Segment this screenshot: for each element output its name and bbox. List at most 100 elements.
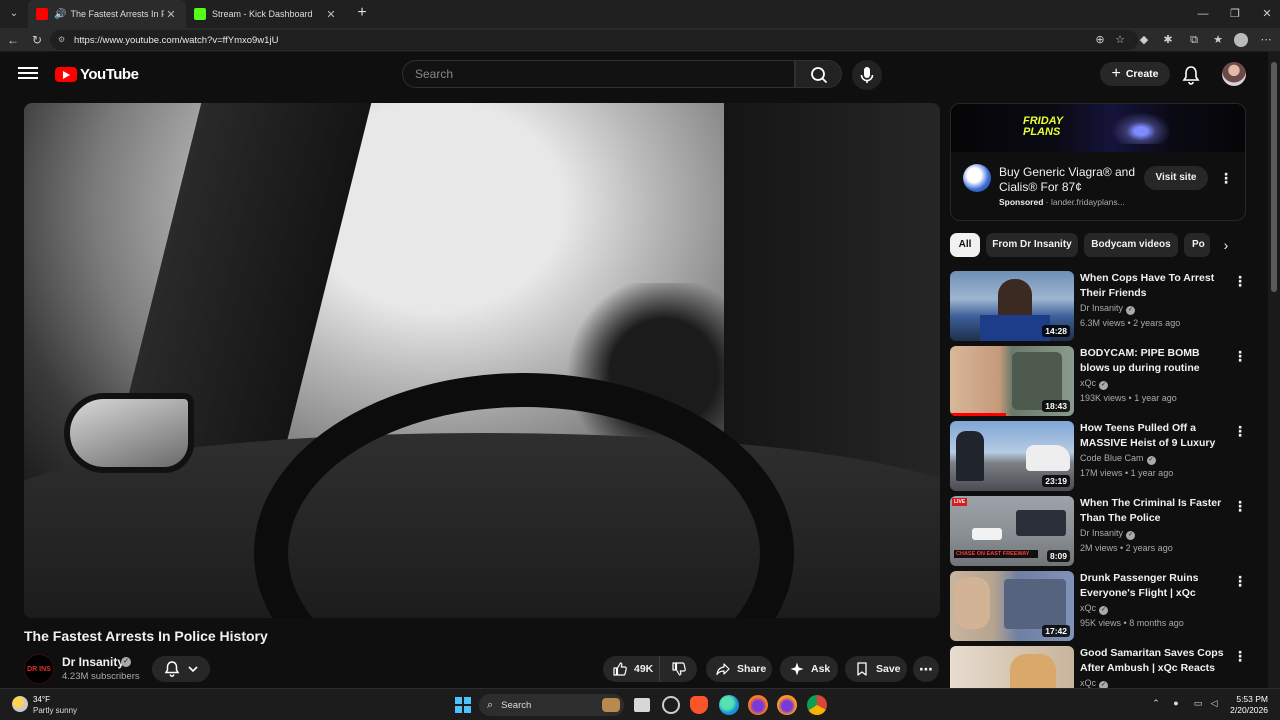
ad-title[interactable]: Buy Generic Viagra® and Cialis® For 87¢ [999, 165, 1149, 195]
search-button[interactable] [795, 60, 842, 88]
subscription-notifications-button[interactable] [152, 656, 210, 682]
recommendation-item[interactable]: 14:28 When Cops Have To Arrest Their Fri… [950, 271, 1250, 341]
scrollbar-thumb[interactable] [1271, 62, 1277, 292]
new-tab-button[interactable]: + [352, 4, 372, 24]
extensions-puzzle-icon[interactable]: ✱ [1160, 32, 1176, 48]
ask-button[interactable]: Ask [780, 656, 838, 682]
profile-icon[interactable] [1234, 33, 1248, 47]
more-menu-icon[interactable]: ⋯ [1258, 32, 1274, 48]
account-avatar[interactable] [1222, 62, 1246, 86]
volume-icon[interactable]: ◁ [1208, 698, 1220, 712]
tab-list-button[interactable]: ⌄ [4, 4, 24, 24]
video-thumbnail[interactable]: 14:28 [950, 271, 1074, 341]
back-button[interactable]: ← [4, 31, 22, 49]
refresh-button[interactable]: ↻ [28, 31, 46, 49]
like-button[interactable]: 49K [603, 656, 659, 682]
firefox-icon[interactable] [748, 695, 768, 715]
taskbar-search[interactable]: ⌕ Search [479, 694, 624, 716]
chip-from-channel[interactable]: From Dr Insanity [986, 233, 1078, 257]
video-thumbnail[interactable]: 23:19 [950, 421, 1074, 491]
favorite-star-icon[interactable]: ☆ [1112, 32, 1128, 48]
extension-icon[interactable]: ◆ [1136, 32, 1152, 48]
voice-search-button[interactable] [852, 60, 882, 90]
collections-icon[interactable]: ★ [1210, 32, 1226, 48]
recommendation-item[interactable]: Good Samaritan Saves Cops After Ambush |… [950, 646, 1250, 688]
recommendation-title[interactable]: When The Criminal Is Faster Than The Pol… [1080, 496, 1230, 526]
show-hidden-icons[interactable]: ⌃ [1150, 698, 1162, 712]
visit-site-button[interactable]: Visit site [1144, 166, 1208, 190]
edge-browser-icon[interactable] [719, 695, 739, 715]
site-info-icon[interactable]: ⚙ [58, 35, 68, 45]
notifications-button[interactable] [1180, 64, 1202, 86]
recommendation-item[interactable]: 18:43 BODYCAM: PIPE BOMB blows up during… [950, 346, 1250, 416]
windows-start-icon[interactable] [455, 697, 471, 713]
more-options-icon[interactable]: ⋮ [1233, 573, 1247, 591]
recommendation-item[interactable]: 17:42 Drunk Passenger Ruins Everyone's F… [950, 571, 1250, 641]
recommendation-title[interactable]: Drunk Passenger Ruins Everyone's Flight … [1080, 571, 1230, 601]
recommendation-channel[interactable]: xQc ✓ [1080, 678, 1109, 688]
save-button[interactable]: Save [845, 656, 907, 682]
chevron-right-icon[interactable]: › [1216, 235, 1236, 255]
youtube-logo[interactable]: YouTube [55, 65, 139, 83]
brave-browser-icon[interactable] [690, 696, 708, 714]
create-button[interactable]: + Create [1100, 62, 1170, 86]
close-window-button[interactable]: ✕ [1250, 0, 1280, 28]
weather-description[interactable]: Partly sunny [33, 706, 77, 715]
recommendation-title[interactable]: Good Samaritan Saves Cops After Ambush |… [1080, 646, 1230, 676]
more-options-icon[interactable]: ⋮ [1233, 648, 1247, 666]
dislike-button[interactable] [659, 656, 697, 682]
video-thumbnail[interactable] [950, 646, 1074, 688]
recommendation-title[interactable]: BODYCAM: PIPE BOMB blows up during routi… [1080, 346, 1230, 376]
more-options-icon[interactable]: ⋮ [1233, 498, 1247, 516]
close-tab-icon[interactable]: ✕ [164, 8, 178, 21]
firefox-dev-icon[interactable] [777, 695, 797, 715]
close-tab-icon[interactable]: ✕ [324, 8, 338, 21]
recommendation-item[interactable]: LIVE CHASE ON EAST FREEWAY 8:09 When The… [950, 496, 1250, 566]
recommendation-title[interactable]: How Teens Pulled Off a MASSIVE Heist of … [1080, 421, 1230, 451]
chrome-icon[interactable] [807, 695, 827, 715]
channel-avatar[interactable]: DR INS [24, 654, 54, 684]
ad-banner[interactable]: FRIDAY PLANS [951, 104, 1245, 152]
network-icon[interactable]: ▭ [1192, 698, 1204, 712]
weather-icon[interactable] [12, 696, 28, 712]
task-view-icon[interactable] [634, 698, 650, 712]
ad-more-options-icon[interactable]: ⋮ [1219, 170, 1233, 188]
recommendation-channel[interactable]: xQc ✓ [1080, 378, 1109, 390]
video-thumbnail[interactable]: LIVE CHASE ON EAST FREEWAY 8:09 [950, 496, 1074, 566]
recommendation-item[interactable]: 23:19 How Teens Pulled Off a MASSIVE Hei… [950, 421, 1250, 491]
recommendation-channel[interactable]: Dr Insanity ✓ [1080, 303, 1136, 315]
video-thumbnail[interactable]: 18:43 [950, 346, 1074, 416]
more-options-icon[interactable]: ⋮ [1233, 348, 1247, 366]
more-options-icon[interactable]: ⋮ [1233, 423, 1247, 441]
recommendation-channel[interactable]: Dr Insanity ✓ [1080, 528, 1136, 540]
share-button[interactable]: Share [706, 656, 772, 682]
chip-partial[interactable]: Po [1184, 233, 1210, 257]
more-options-icon[interactable]: ⋮ [1233, 273, 1247, 291]
channel-name[interactable]: Dr Insanity [62, 655, 124, 669]
more-actions-button[interactable]: ⋯ [913, 656, 939, 682]
tab-youtube[interactable]: 🔊 The Fastest Arrests In Police History … [28, 0, 186, 28]
video-player[interactable] [24, 103, 940, 618]
tab-kick-dashboard[interactable]: Stream - Kick Dashboard ✕ [186, 0, 346, 28]
app-circle-icon[interactable] [662, 696, 680, 714]
menu-icon[interactable] [18, 64, 38, 84]
recommendation-channel[interactable]: xQc ✓ [1080, 603, 1109, 615]
sponsored-ad-card[interactable]: FRIDAY PLANS Buy Generic Viagra® and Cia… [950, 103, 1246, 221]
zoom-icon[interactable]: ⊕ [1092, 32, 1108, 48]
restore-button[interactable]: ❐ [1218, 0, 1252, 28]
url-bar[interactable]: ⚙ https://www.youtube.com/watch?v=ffYmxo… [50, 30, 1138, 50]
page-scrollbar[interactable] [1268, 52, 1280, 688]
search-input[interactable] [415, 67, 794, 81]
split-screen-icon[interactable]: ⧉ [1186, 32, 1202, 48]
microphone-icon[interactable]: ● [1170, 698, 1182, 712]
recommendation-channel[interactable]: Code Blue Cam ✓ [1080, 453, 1156, 465]
minimize-button[interactable]: — [1186, 0, 1220, 28]
video-thumbnail[interactable]: 17:42 [950, 571, 1074, 641]
chip-all[interactable]: All [950, 233, 980, 257]
chip-bodycam-videos[interactable]: Bodycam videos [1084, 233, 1178, 257]
recommendation-title[interactable]: When Cops Have To Arrest Their Friends [1080, 271, 1230, 301]
create-label: Create [1125, 68, 1159, 80]
weather-temp[interactable]: 34°F [33, 695, 50, 704]
system-clock[interactable]: 5:53 PM 2/20/2026 [1222, 694, 1268, 716]
video-frame-mirror [64, 393, 194, 473]
